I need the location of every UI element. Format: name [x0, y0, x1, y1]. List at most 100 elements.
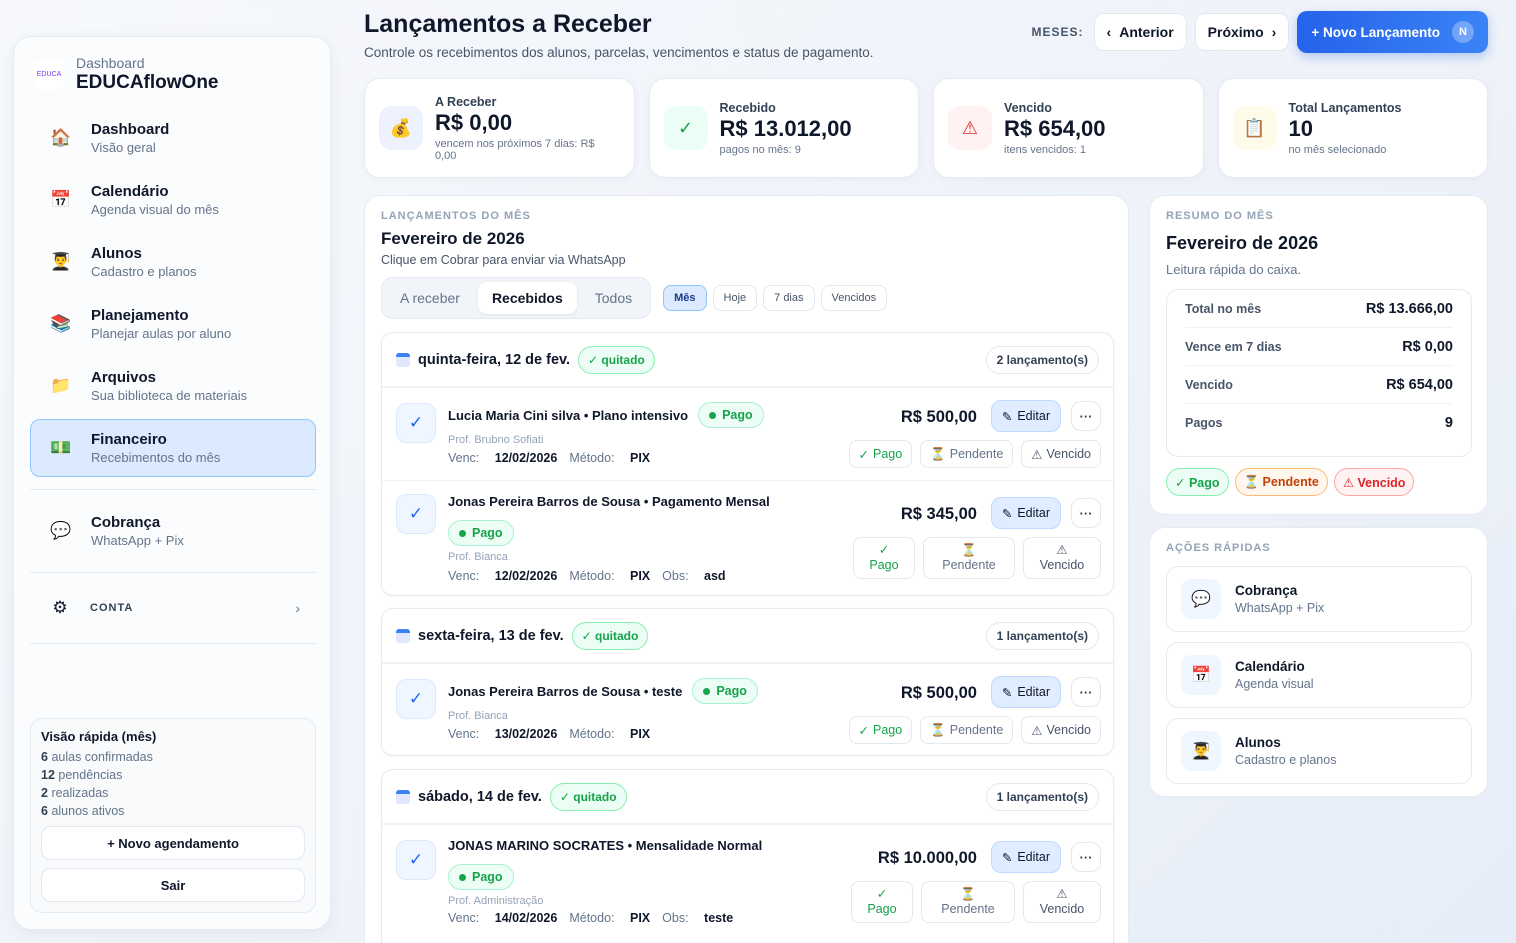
mark-overdue-button[interactable]: ⚠ Vencido	[1021, 440, 1101, 468]
quick-action-label: Alunos	[1235, 735, 1281, 750]
sidebar-item-calendario[interactable]: 📅 Calendário Agenda visual do mês	[30, 171, 316, 229]
quick-action-alunos[interactable]: 👨‍🎓 Alunos Cadastro e planos	[1166, 718, 1472, 784]
entries-header: LANÇAMENTOS DO MÊS Fevereiro de 2026 Cli…	[381, 210, 626, 267]
mark-pending-button[interactable]: ⏳ Pendente	[920, 440, 1014, 468]
edit-button[interactable]: ✎ Editar	[990, 400, 1061, 432]
quick-stat: 2 realizadas	[41, 786, 109, 800]
sidebar-item-planejamento[interactable]: 📚 Planejamento Planejar aulas por aluno	[30, 295, 316, 353]
kpi-note: itens vencidos: 1	[1004, 143, 1086, 156]
entry-teacher: Prof. Bianca	[448, 710, 508, 722]
sidebar-item-alunos[interactable]: 👨‍🎓 Alunos Cadastro e planos	[30, 233, 316, 291]
day-label: sexta-feira, 13 de fev.	[418, 627, 564, 644]
entries-title: Fevereiro de 2026	[381, 229, 525, 248]
check-icon[interactable]: ✓	[396, 679, 436, 719]
entries-panel: LANÇAMENTOS DO MÊS Fevereiro de 2026 Cli…	[364, 195, 1129, 943]
section-caption: LANÇAMENTOS DO MÊS	[381, 210, 531, 222]
quick-action-sub: Cadastro e planos	[1235, 753, 1337, 767]
sidebar-item-sub: Recebimentos do mês	[91, 450, 221, 465]
logout-button[interactable]: Sair	[41, 868, 305, 902]
edit-button[interactable]: ✎ Editar	[990, 841, 1061, 873]
mark-paid-button[interactable]: ✓ Pago	[853, 537, 915, 579]
entry-meta: Venc: 12/02/2026 Método: PIX Obs: asd	[448, 569, 726, 583]
more-options-button[interactable]: ···	[1071, 677, 1101, 707]
books-icon: 📚	[50, 314, 72, 333]
student-icon: 👨‍🎓	[1181, 731, 1221, 771]
legend-paid: ✓ Pago	[1166, 468, 1229, 496]
more-options-button[interactable]: ···	[1071, 401, 1101, 431]
check-icon: ✓	[663, 106, 708, 150]
mark-paid-button[interactable]: ✓ Pago	[851, 881, 913, 923]
sidebar-item-cobranca[interactable]: 💬 Cobrança WhatsApp + Pix	[30, 502, 316, 560]
money-icon: 💵	[50, 438, 72, 457]
list-item: ✓ Lucia Maria Cini silva • Plano intensi…	[382, 387, 1113, 480]
brand[interactable]: EDUCA Dashboard EDUCAflowOne	[34, 55, 219, 94]
kpi-note: no mês selecionado	[1288, 143, 1387, 156]
mark-overdue-button[interactable]: ⚠ Vencido	[1021, 716, 1101, 744]
sidebar-item-label: Financeiro	[91, 431, 167, 448]
chip-hoje[interactable]: Hoje	[712, 285, 758, 311]
sidebar-item-financeiro[interactable]: 💵 Financeiro Recebimentos do mês	[30, 419, 316, 477]
edit-button[interactable]: ✎ Editar	[990, 497, 1061, 529]
nav-divider	[30, 643, 316, 644]
edit-button[interactable]: ✎ Editar	[990, 676, 1061, 708]
account-menu[interactable]: ⚙ CONTA ›	[30, 585, 316, 631]
pencil-icon: ✎	[1001, 850, 1013, 865]
mark-paid-button[interactable]: ✓ Pago	[848, 716, 913, 744]
mark-pending-button[interactable]: ⏳ Pendente	[920, 716, 1014, 744]
calendar-icon	[396, 628, 410, 643]
kpi-row: 💰 A Receber R$ 0,00 vencem nos próximos 7 …	[364, 78, 1488, 178]
mark-overdue-button[interactable]: ⚠ Vencido	[1023, 537, 1101, 579]
sidebar-item-arquivos[interactable]: 📁 Arquivos Sua biblioteca de materiais	[30, 357, 316, 415]
brand-logo: EDUCA	[34, 59, 64, 90]
more-options-button[interactable]: ···	[1071, 842, 1101, 872]
calendar-icon	[396, 789, 410, 804]
next-month-button[interactable]: Próximo ›	[1194, 13, 1290, 51]
student-icon: 👨‍🎓	[50, 252, 72, 271]
mark-pending-button[interactable]: ⏳ Pendente	[923, 537, 1015, 579]
calendar-icon: 📅	[50, 190, 72, 209]
check-icon[interactable]: ✓	[396, 494, 436, 534]
quick-action-label: Calendário	[1235, 659, 1305, 674]
summary-header: RESUMO DO MÊS Fevereiro de 2026 Leitura …	[1166, 210, 1318, 277]
summary-title: Fevereiro de 2026	[1166, 233, 1319, 253]
quick-actions-list: 💬 Cobrança WhatsApp + Pix 📅 Calendário Age…	[1166, 566, 1472, 794]
paid-badge: Pago	[692, 678, 758, 704]
sidebar-item-label: Arquivos	[91, 369, 157, 386]
check-icon[interactable]: ✓	[396, 840, 436, 880]
pencil-icon: ✎	[1001, 685, 1013, 700]
kpi-value: R$ 0,00	[435, 109, 513, 135]
chevron-right-icon: ›	[295, 600, 300, 616]
paid-badge: Pago	[448, 520, 514, 546]
quick-action-calendario[interactable]: 📅 Calendário Agenda visual	[1166, 642, 1472, 708]
chevron-left-icon: ‹	[1106, 24, 1112, 40]
chip-mes[interactable]: Mês	[663, 285, 707, 311]
mark-paid-button[interactable]: ✓ Pago	[848, 440, 913, 468]
entry-title: Jonas Pereira Barros de Sousa • Pagament…	[448, 494, 770, 509]
period-chips: Mês Hoje 7 dias Vencidos	[663, 285, 888, 311]
summary-row: Vencido R$ 654,00	[1185, 366, 1453, 404]
sidebar-nav: 🏠 Dashboard Visão geral 📅 Calendário Agend…	[30, 109, 316, 656]
tab-a-receber[interactable]: A receber	[386, 282, 474, 314]
quick-action-cobranca[interactable]: 💬 Cobrança WhatsApp + Pix	[1166, 566, 1472, 632]
check-icon[interactable]: ✓	[396, 403, 436, 443]
prev-month-button[interactable]: ‹ Anterior	[1093, 13, 1187, 51]
tab-recebidos[interactable]: Recebidos	[477, 282, 577, 314]
quick-stat: 6 aulas confirmadas	[41, 750, 153, 764]
mark-pending-button[interactable]: ⏳ Pendente	[921, 881, 1015, 923]
chat-bubble-icon: 💬	[50, 521, 72, 540]
tab-todos[interactable]: Todos	[581, 282, 646, 314]
money-bag-icon: 💰	[379, 106, 423, 150]
sidebar-item-dashboard[interactable]: 🏠 Dashboard Visão geral	[30, 109, 316, 167]
new-entry-button[interactable]: + Novo Lançamento N	[1297, 11, 1488, 53]
more-options-button[interactable]: ···	[1071, 498, 1101, 528]
entry-badge-row: Pago	[448, 520, 514, 546]
chip-7-dias[interactable]: 7 dias	[763, 285, 815, 311]
chip-vencidos[interactable]: Vencidos	[820, 285, 888, 311]
sidebar-item-sub: WhatsApp + Pix	[91, 533, 184, 548]
status-tabs: A receber Recebidos Todos	[381, 277, 652, 319]
sidebar-item-label: Planejamento	[91, 307, 189, 324]
mark-overdue-button[interactable]: ⚠ Vencido	[1023, 881, 1101, 923]
entry-badge-row: Pago	[448, 864, 514, 890]
new-schedule-button[interactable]: + Novo agendamento	[41, 826, 305, 860]
list-item: ✓ JONAS MARINO SOCRATES • Mensalidade No…	[382, 824, 1113, 943]
